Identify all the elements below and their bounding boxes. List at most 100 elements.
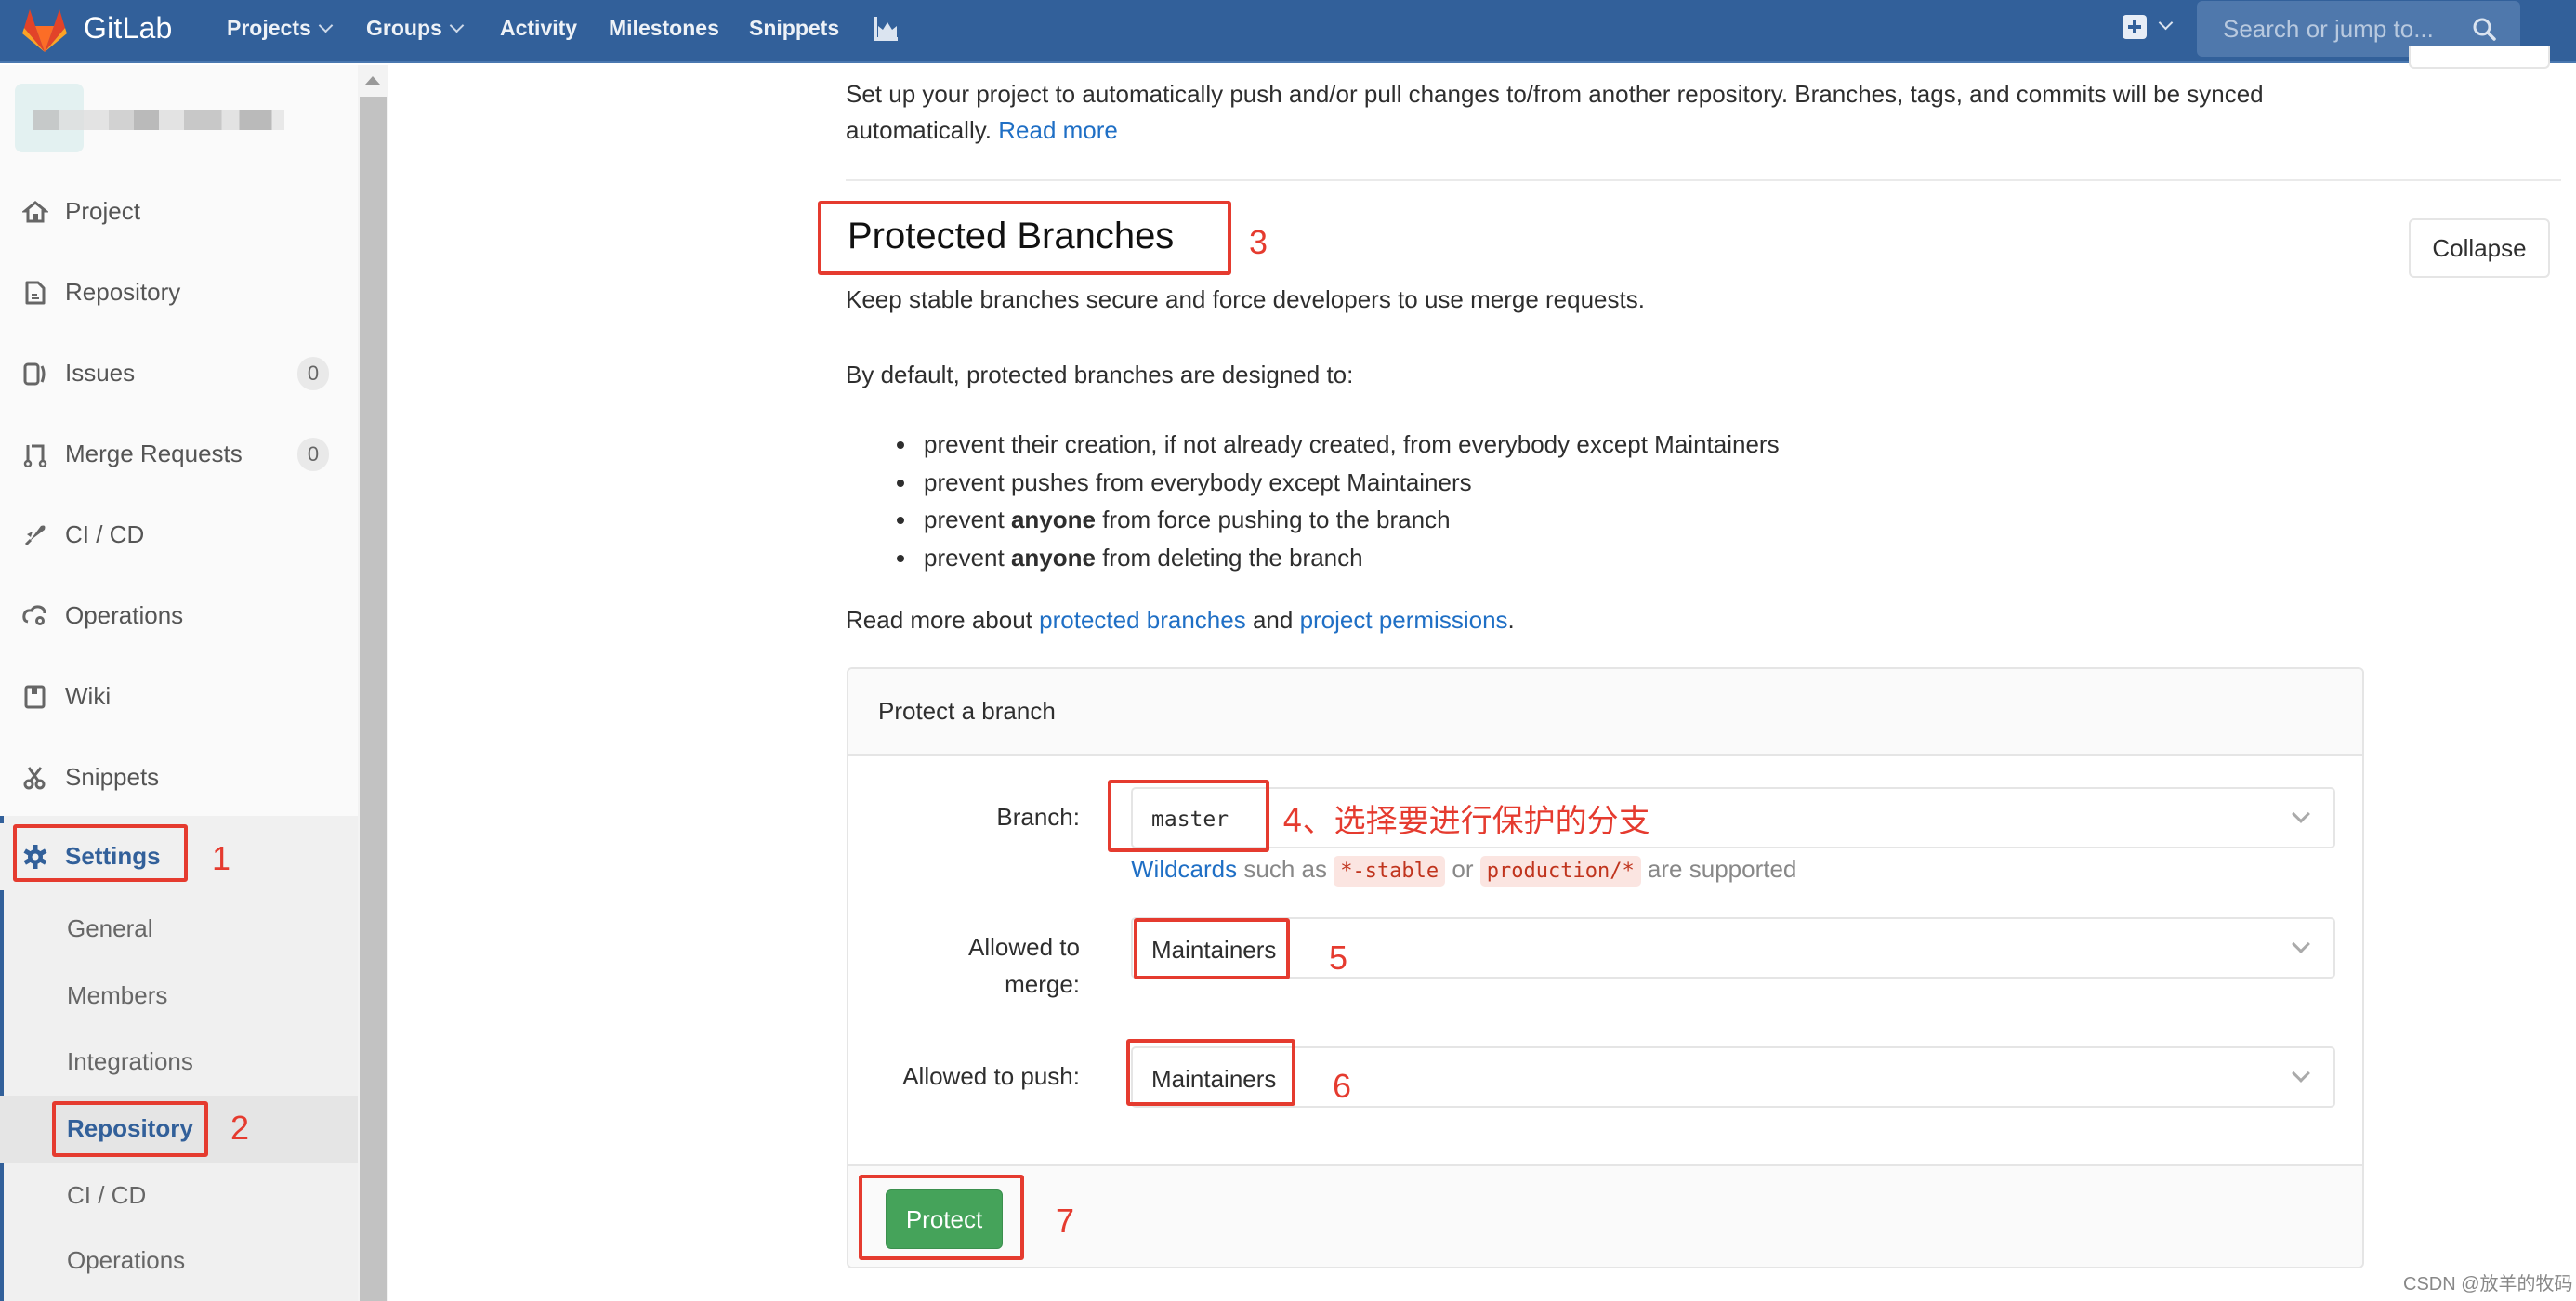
bullet-text: from force pushing to the branch bbox=[1095, 506, 1451, 534]
sidebar-item-label: Issues bbox=[65, 359, 136, 387]
annotation-box-settings bbox=[13, 824, 188, 882]
sidebar-item-label: Repository bbox=[65, 278, 181, 306]
read-more-line: Read more about protected branches and p… bbox=[846, 606, 1515, 635]
allowed-to-merge-label-line1: Allowed to bbox=[968, 933, 1080, 961]
read-more-prefix: Read more about bbox=[846, 606, 1040, 634]
sidebar-subitem-ci-cd[interactable]: CI / CD bbox=[0, 1163, 358, 1229]
allowed-to-push-label: Allowed to push: bbox=[902, 1062, 1080, 1090]
sidebar-subitem-operations[interactable]: Operations bbox=[0, 1228, 358, 1294]
nav-activity[interactable]: Activity bbox=[500, 16, 577, 41]
sidebar-subitem-general[interactable]: General bbox=[0, 896, 358, 963]
chart-icon[interactable] bbox=[872, 15, 900, 43]
bullet-bold: anyone bbox=[1010, 544, 1096, 572]
annotation-step-7: 7 bbox=[1056, 1202, 1075, 1240]
sidebar-scrollbar-thumb[interactable] bbox=[360, 97, 387, 1301]
sidebar-subitem-integrations[interactable]: Integrations bbox=[0, 1029, 358, 1096]
merge-request-icon bbox=[23, 444, 47, 467]
sidebar-item-snippets[interactable]: Snippets bbox=[0, 744, 358, 811]
sidebar-item-merge-requests[interactable]: Merge Requests 0 bbox=[0, 421, 358, 488]
subitem-label: Members bbox=[67, 981, 168, 1009]
nav-groups[interactable]: Groups bbox=[366, 16, 465, 41]
list-item: prevent their creation, if not already c… bbox=[918, 426, 1780, 464]
bullet-text: prevent bbox=[924, 506, 1011, 534]
subitem-label: General bbox=[67, 914, 153, 942]
project-name-blurred[interactable] bbox=[33, 110, 284, 130]
issues-count-badge: 0 bbox=[297, 357, 329, 390]
sidebar-item-repository[interactable]: Repository bbox=[0, 259, 358, 326]
list-item: prevent pushes from everybody except Mai… bbox=[918, 464, 1780, 502]
chevron-down-icon[interactable] bbox=[2158, 15, 2174, 31]
wildcards-hint: Wildcards such as *-stable or production… bbox=[1131, 855, 1797, 887]
subitem-label: CI / CD bbox=[67, 1181, 147, 1209]
annotation-box-protect bbox=[859, 1175, 1024, 1260]
nav-projects-label: Projects bbox=[227, 16, 311, 40]
subitem-label: Integrations bbox=[67, 1047, 193, 1075]
bullet-text: prevent pushes from everybody except Mai… bbox=[924, 467, 1472, 496]
panel-title: Protect a branch bbox=[878, 697, 1056, 725]
hint-text: or bbox=[1445, 855, 1480, 883]
annotation-box-push bbox=[1126, 1039, 1295, 1106]
sidebar-item-label: Wiki bbox=[65, 682, 112, 710]
nav-projects[interactable]: Projects bbox=[227, 16, 334, 41]
collapse-button[interactable]: Collapse bbox=[2409, 218, 2550, 278]
sidebar-item-label: CI / CD bbox=[65, 520, 145, 548]
home-icon bbox=[22, 201, 48, 223]
sidebar-item-label: Project bbox=[65, 197, 140, 225]
search-icon[interactable] bbox=[2472, 17, 2496, 41]
scissors-icon bbox=[23, 767, 46, 790]
chevron-down-icon bbox=[2292, 935, 2310, 953]
annotation-box-branch bbox=[1108, 780, 1269, 852]
top-navbar: GitLab Projects Groups Activity Mileston… bbox=[0, 0, 2576, 63]
plus-square-icon[interactable] bbox=[2123, 15, 2147, 39]
sidebar-item-operations[interactable]: Operations bbox=[0, 583, 358, 650]
annotation-box-merge bbox=[1134, 918, 1290, 979]
project-permissions-link[interactable]: project permissions bbox=[1300, 606, 1508, 634]
sidebar-subitem-members[interactable]: Members bbox=[0, 963, 358, 1030]
sidebar-item-issues[interactable]: Issues 0 bbox=[0, 340, 358, 407]
protection-rules-list: prevent their creation, if not already c… bbox=[918, 426, 1780, 577]
mirroring-description-line2: automatically. Read more bbox=[846, 116, 1118, 145]
brand-name[interactable]: GitLab bbox=[84, 11, 172, 46]
sidebar-item-project[interactable]: Project bbox=[0, 178, 358, 245]
bullet-bold: anyone bbox=[1010, 506, 1096, 534]
bullet-text: prevent their creation, if not already c… bbox=[924, 430, 1780, 458]
merge-requests-count-badge: 0 bbox=[297, 438, 329, 471]
allowed-to-merge-select[interactable]: Maintainers bbox=[1131, 917, 2335, 979]
annotation-step-4: 4、选择要进行保护的分支 bbox=[1282, 803, 1650, 840]
gitlab-logo-icon[interactable] bbox=[20, 7, 69, 54]
cloud-gear-icon bbox=[22, 605, 46, 625]
bullet-text: prevent bbox=[924, 544, 1011, 572]
issues-icon bbox=[23, 362, 46, 386]
rocket-icon bbox=[24, 525, 46, 546]
default-behavior-text: By default, protected branches are desig… bbox=[846, 361, 1354, 388]
mirroring-description-line1: Set up your project to automatically pus… bbox=[846, 80, 2264, 108]
nav-snippets[interactable]: Snippets bbox=[749, 16, 839, 41]
sidebar-item-label: Merge Requests bbox=[65, 440, 243, 467]
read-more-link[interactable]: Read more bbox=[998, 116, 1118, 144]
hint-text: such as bbox=[1237, 855, 1334, 883]
annotation-step-6: 6 bbox=[1333, 1067, 1352, 1105]
bullet-text: from deleting the branch bbox=[1095, 544, 1363, 572]
sidebar-item-wiki[interactable]: Wiki bbox=[0, 664, 358, 730]
list-item: prevent anyone from force pushing to the… bbox=[918, 501, 1780, 539]
hint-code: *-stable bbox=[1334, 856, 1446, 887]
wildcards-link[interactable]: Wildcards bbox=[1131, 855, 1237, 883]
hint-code: production/* bbox=[1479, 856, 1641, 887]
nav-milestones[interactable]: Milestones bbox=[609, 16, 719, 41]
scroll-up-arrow-icon[interactable] bbox=[365, 76, 380, 85]
annotation-step-3: 3 bbox=[1249, 223, 1268, 261]
allowed-to-push-select[interactable]: Maintainers bbox=[1131, 1046, 2335, 1108]
sidebar-item-ci-cd[interactable]: CI / CD bbox=[0, 502, 358, 569]
protected-branches-link[interactable]: protected branches bbox=[1039, 606, 1246, 634]
watermark: CSDN @放羊的牧码 bbox=[2403, 1274, 2573, 1294]
document-icon bbox=[25, 281, 46, 305]
annotation-box-repository bbox=[52, 1101, 208, 1157]
panel-footer: Protect bbox=[848, 1164, 2362, 1267]
section-divider bbox=[846, 179, 2561, 181]
branch-label: Branch: bbox=[996, 803, 1080, 831]
chevron-down-icon bbox=[2292, 1064, 2310, 1083]
sidebar-item-label: Operations bbox=[65, 601, 184, 629]
previous-section-button[interactable] bbox=[2409, 46, 2550, 69]
allowed-to-merge-label-line2: merge: bbox=[1005, 970, 1080, 998]
hint-text: are supported bbox=[1640, 855, 1797, 883]
